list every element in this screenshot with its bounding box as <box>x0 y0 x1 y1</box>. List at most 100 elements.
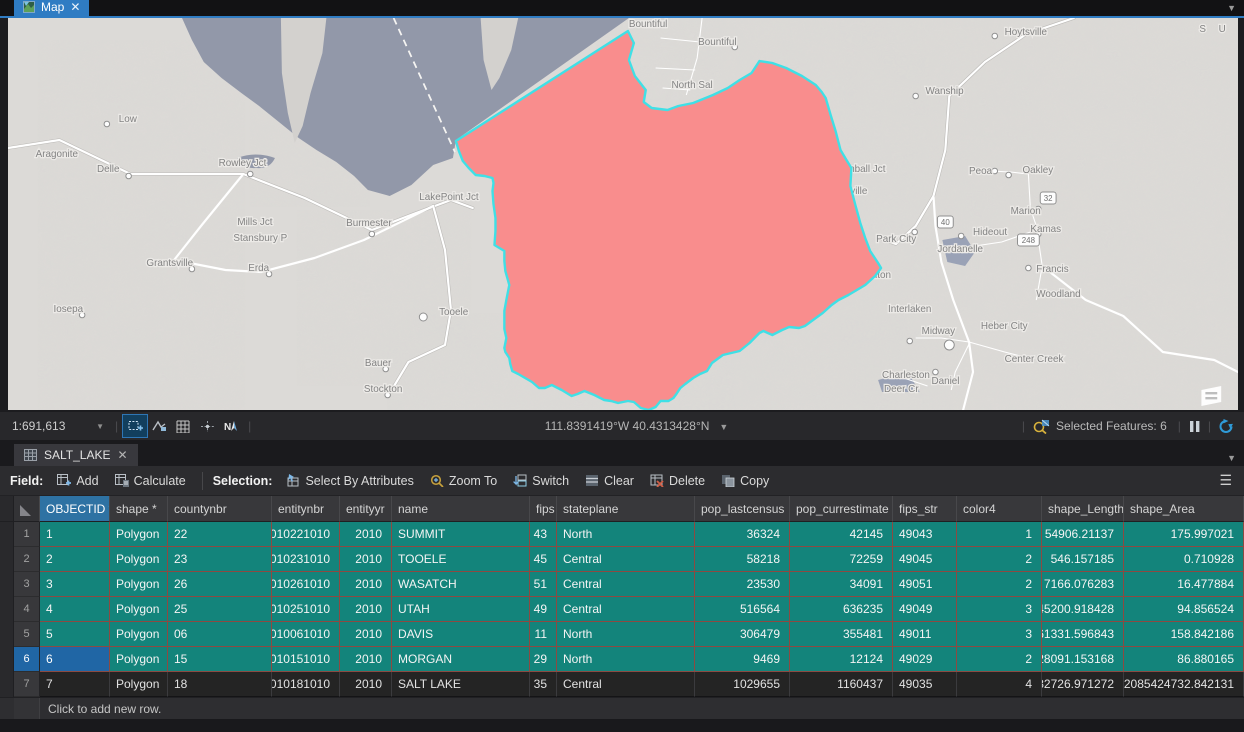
table-cell[interactable]: 2010221010 <box>272 522 340 547</box>
row-number-cell[interactable]: 3 <box>14 572 40 597</box>
table-cell[interactable]: 49049 <box>893 597 957 622</box>
tab-map[interactable]: Map ✕ <box>14 0 89 16</box>
table-cell[interactable]: WASATCH <box>392 572 530 597</box>
map-tab-close-icon[interactable]: ✕ <box>70 0 80 14</box>
tab-salt-lake[interactable]: SALT_LAKE ✕ <box>14 444 138 466</box>
table-cell[interactable]: 4 <box>40 597 110 622</box>
zoom-to-button[interactable]: Zoom To <box>424 471 503 491</box>
table-cell[interactable]: Central <box>557 547 695 572</box>
table-cell[interactable]: Central <box>557 672 695 697</box>
tab-bar-menu-caret-icon[interactable]: ▼ <box>1227 0 1236 16</box>
table-cell[interactable]: 2010 <box>340 547 392 572</box>
table-cell[interactable]: 94.856524 <box>1124 597 1244 622</box>
pause-drawing-icon[interactable] <box>1188 420 1201 433</box>
table-cell[interactable]: 54906.21137 <box>1042 522 1124 547</box>
table-cell[interactable]: 9469 <box>695 647 790 672</box>
calculate-field-button[interactable]: Calculate <box>109 471 192 491</box>
table-cell[interactable]: 7 <box>40 672 110 697</box>
table-cell[interactable]: MORGAN <box>392 647 530 672</box>
table-cell[interactable]: 58218 <box>695 547 790 572</box>
switch-selection-button[interactable]: Switch <box>507 471 575 491</box>
table-cell[interactable]: 26 <box>168 572 272 597</box>
table-cell[interactable]: North <box>557 647 695 672</box>
table-cell[interactable]: Polygon <box>110 672 168 697</box>
table-cell[interactable]: 29 <box>530 647 557 672</box>
column-header-entitynbr[interactable]: entitynbr <box>272 496 340 522</box>
table-cell[interactable]: North <box>557 622 695 647</box>
row-number-cell[interactable]: 4 <box>14 597 40 622</box>
table-cell[interactable]: 2010251010 <box>272 597 340 622</box>
table-cell[interactable]: 6 <box>40 647 110 672</box>
table-cell[interactable]: 49045 <box>893 547 957 572</box>
north-arrow-button[interactable]: N <box>219 415 243 437</box>
row-number-cell[interactable]: 2 <box>14 547 40 572</box>
table-cell[interactable]: 49029 <box>893 647 957 672</box>
table-cell[interactable]: 2010 <box>340 647 392 672</box>
table-cell[interactable]: 0.710928 <box>1124 547 1244 572</box>
table-cell[interactable]: Central <box>557 572 695 597</box>
table-cell[interactable]: 2010231010 <box>272 547 340 572</box>
table-cell[interactable]: 43 <box>530 522 557 547</box>
column-header-stateplane[interactable]: stateplane <box>557 496 695 522</box>
column-header-fips-str[interactable]: fips_str <box>893 496 957 522</box>
table-cell[interactable]: 2085424732.842131 <box>1124 672 1244 697</box>
table-cell[interactable]: 15 <box>168 647 272 672</box>
table-cell[interactable]: 2 <box>957 572 1042 597</box>
column-header-shape-[interactable]: shape * <box>110 496 168 522</box>
add-new-row[interactable]: Click to add new row. <box>0 697 1244 719</box>
table-cell[interactable]: 1 <box>957 522 1042 547</box>
table-cell[interactable]: 18 <box>168 672 272 697</box>
table-cell[interactable]: Polygon <box>110 622 168 647</box>
table-cell[interactable]: 1160437 <box>790 672 893 697</box>
select-by-attributes-button[interactable]: Select By Attributes <box>280 471 419 491</box>
table-cell[interactable]: 232726.971272 <box>1042 672 1124 697</box>
table-cell[interactable]: SUMMIT <box>392 522 530 547</box>
table-cell[interactable]: TOOELE <box>392 547 530 572</box>
explore-tool-button[interactable] <box>147 415 171 437</box>
scale-dropdown[interactable]: 1:691,613 ▼ <box>6 416 110 436</box>
row-number-cell[interactable]: 5 <box>14 622 40 647</box>
table-cell[interactable]: 22 <box>168 522 272 547</box>
table-cell[interactable]: 23 <box>168 547 272 572</box>
table-cell[interactable]: 175.997021 <box>1124 522 1244 547</box>
delete-selection-button[interactable]: Delete <box>644 471 711 491</box>
table-cell[interactable]: 35 <box>530 672 557 697</box>
table-cell[interactable]: 72259 <box>790 547 893 572</box>
column-header-name[interactable]: name <box>392 496 530 522</box>
table-bar-menu-caret-icon[interactable]: ▼ <box>1227 450 1236 466</box>
table-cell[interactable]: 23530 <box>695 572 790 597</box>
table-cell[interactable]: 42145 <box>790 522 893 547</box>
table-cell[interactable]: 1029655 <box>695 672 790 697</box>
column-header-fips[interactable]: fips <box>530 496 557 522</box>
table-cell[interactable]: 636235 <box>790 597 893 622</box>
table-cell[interactable]: 3 <box>957 597 1042 622</box>
row-number-cell[interactable]: 1 <box>14 522 40 547</box>
table-cell[interactable]: 546.157185 <box>1042 547 1124 572</box>
table-cell[interactable]: 49011 <box>893 622 957 647</box>
table-menu-icon[interactable]: ☰ <box>1219 472 1232 489</box>
table-cell[interactable]: Polygon <box>110 597 168 622</box>
table-cell[interactable]: 516564 <box>695 597 790 622</box>
table-cell[interactable]: 2010 <box>340 522 392 547</box>
table-cell[interactable]: 2010181010 <box>272 672 340 697</box>
table-cell[interactable]: North <box>557 522 695 547</box>
column-header-objectid-[interactable]: OBJECTID * <box>40 496 110 522</box>
table-cell[interactable]: 49 <box>530 597 557 622</box>
select-tool-button[interactable] <box>123 415 147 437</box>
table-cell[interactable]: Polygon <box>110 647 168 672</box>
table-cell[interactable]: 2010 <box>340 672 392 697</box>
table-cell[interactable]: DAVIS <box>392 622 530 647</box>
table-cell[interactable]: 45 <box>530 547 557 572</box>
table-cell[interactable]: 355481 <box>790 622 893 647</box>
table-cell[interactable]: 2010061010 <box>272 622 340 647</box>
table-cell[interactable]: 3 <box>40 572 110 597</box>
column-header-shape-length[interactable]: shape_Length <box>1042 496 1124 522</box>
table-cell[interactable]: 158.842186 <box>1124 622 1244 647</box>
table-cell[interactable]: 51 <box>530 572 557 597</box>
coordinate-readout[interactable]: 111.8391419°W 40.4313428°N▼ <box>256 419 1017 433</box>
table-cell[interactable]: 49051 <box>893 572 957 597</box>
row-number-cell[interactable]: 6 <box>14 647 40 672</box>
add-field-button[interactable]: Add <box>51 471 104 491</box>
table-cell[interactable]: Central <box>557 597 695 622</box>
table-cell[interactable]: 2 <box>957 647 1042 672</box>
